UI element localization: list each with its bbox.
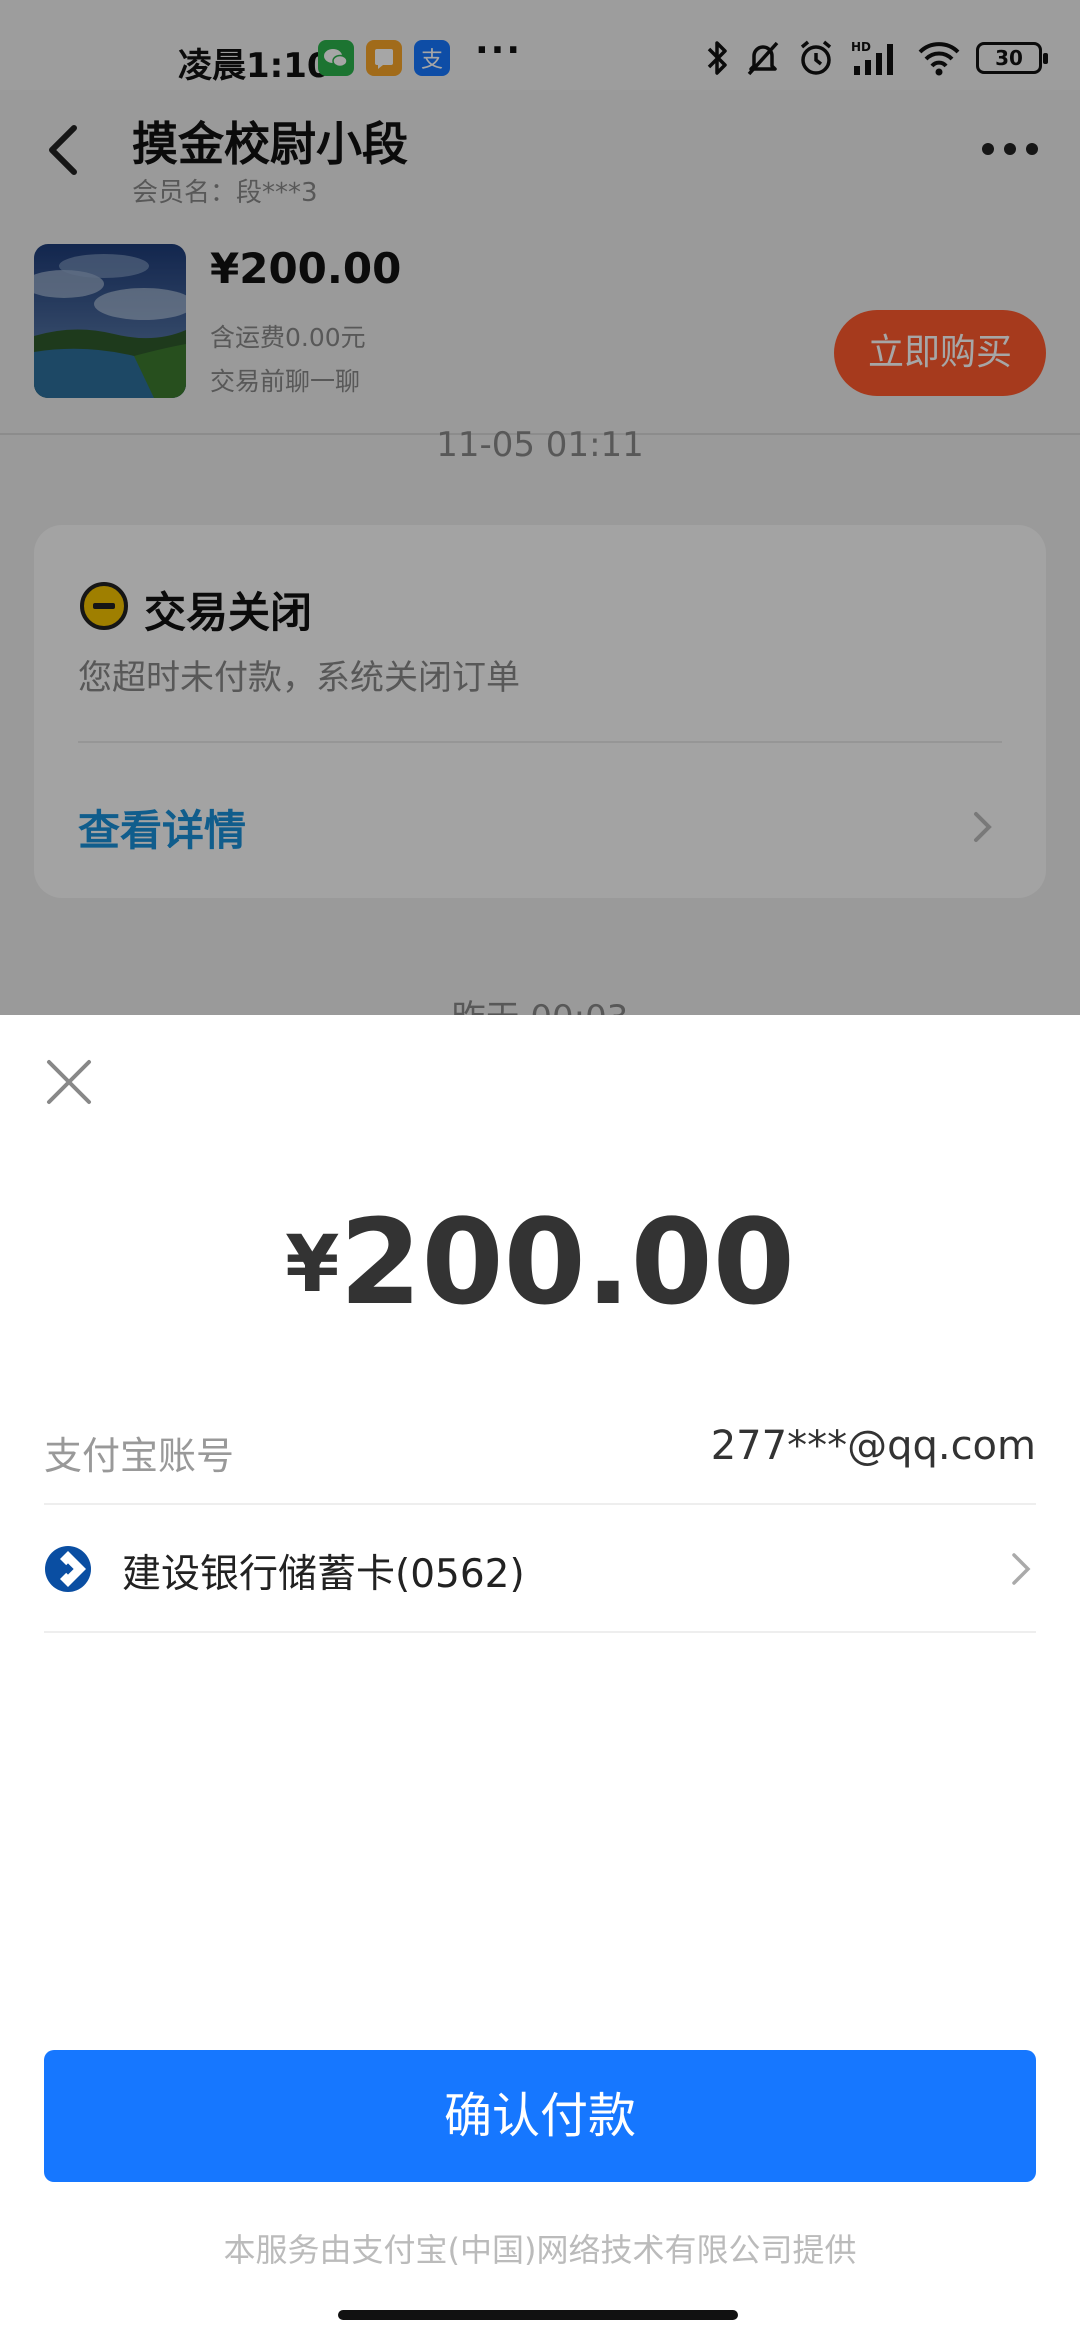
account-label: 支付宝账号 <box>44 1434 235 1478</box>
payment-amount: ¥200.00 <box>0 1193 1080 1331</box>
amount-value: 200.00 <box>339 1193 795 1331</box>
account-row: 支付宝账号 277***@qq.com <box>44 1395 1036 1505</box>
modal-backdrop[interactable] <box>0 0 1080 1015</box>
chat-screen: 凌晨1:10 支 ··· HD 30 摸金校尉小段 会员名：段***3 ¥200… <box>0 0 1080 1015</box>
account-value: 277***@qq.com <box>710 1423 1036 1469</box>
home-indicator[interactable] <box>338 2310 738 2320</box>
close-icon[interactable] <box>44 1057 94 1107</box>
payment-sheet: ¥200.00 支付宝账号 277***@qq.com 建设银行储蓄卡(0562… <box>0 1015 1080 2340</box>
chevron-right-icon <box>1012 1553 1031 1585</box>
ccb-bank-logo-icon <box>45 1546 91 1592</box>
payment-method-label: 建设银行储蓄卡(0562) <box>122 1552 525 1597</box>
confirm-payment-button[interactable]: 确认付款 <box>44 2050 1036 2182</box>
payment-method-selector[interactable]: 建设银行储蓄卡(0562) <box>44 1505 1036 1633</box>
currency-symbol: ¥ <box>285 1220 340 1310</box>
service-provider-note: 本服务由支付宝(中国)网络技术有限公司提供 <box>223 2231 857 2269</box>
